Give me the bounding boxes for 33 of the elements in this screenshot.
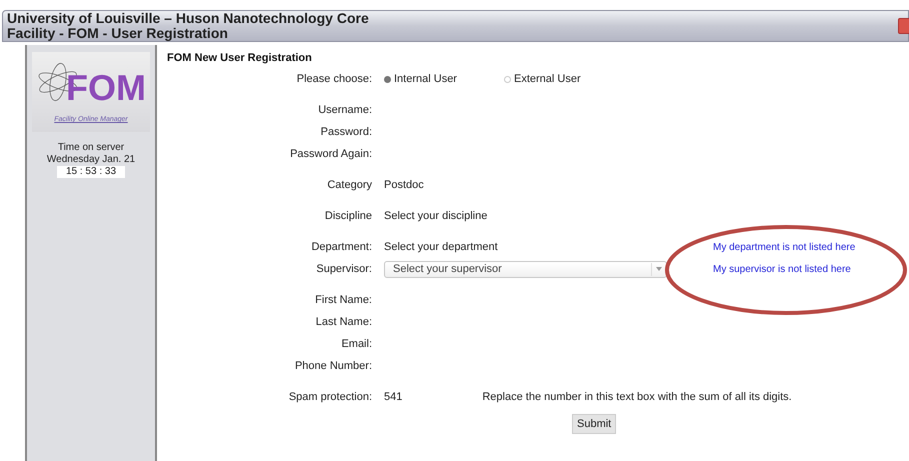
field-value: Select your discipline [384,210,488,222]
field-label: Email: [340,338,372,350]
server-date: Wednesday Jan. 21 [46,154,136,166]
form-heading: FOM New User Registration [167,52,313,64]
field-value: Postdoc [384,179,424,191]
field-value: Select your department [384,241,498,253]
server-clock: 15 : 53 : 33 [56,166,126,178]
field-label: First Name: [314,294,372,306]
field-label: Supervisor: [315,263,372,275]
field-label: Phone Number: [294,360,372,372]
close-button[interactable] [898,18,909,34]
field-label: Discipline [324,210,372,222]
field-label: Department: [310,241,372,253]
hint-text: Replace the number in this text box with the sum of all its digits. [482,391,792,403]
field-label: Please choose: [296,73,372,85]
window-title: University of Louisville – Huson Nanotechnology Core [7,11,370,26]
submit-button[interactable]: Submit [572,414,616,434]
field-label: Username: [317,104,372,116]
field-value: 541 [384,391,402,403]
caret-icon [656,267,662,271]
logo-text: FOM [66,70,146,106]
radio-option[interactable]: Internal User [384,73,504,85]
supervisor-dropdown[interactable]: Select your supervisor [384,260,667,278]
server-time-label: Time on server [58,142,124,154]
window-title: Facility - FOM - User Registration [7,26,228,41]
field-label: Password Again: [289,148,372,160]
field-label: Category [326,179,372,191]
field-label: Spam protection: [288,391,372,403]
link[interactable]: My supervisor is not listed here [713,264,909,274]
field-label: Password: [320,126,372,138]
radio-option[interactable]: External User [504,73,624,85]
field-label: Last Name: [314,316,372,328]
link[interactable]: My department is not listed here [713,242,909,252]
